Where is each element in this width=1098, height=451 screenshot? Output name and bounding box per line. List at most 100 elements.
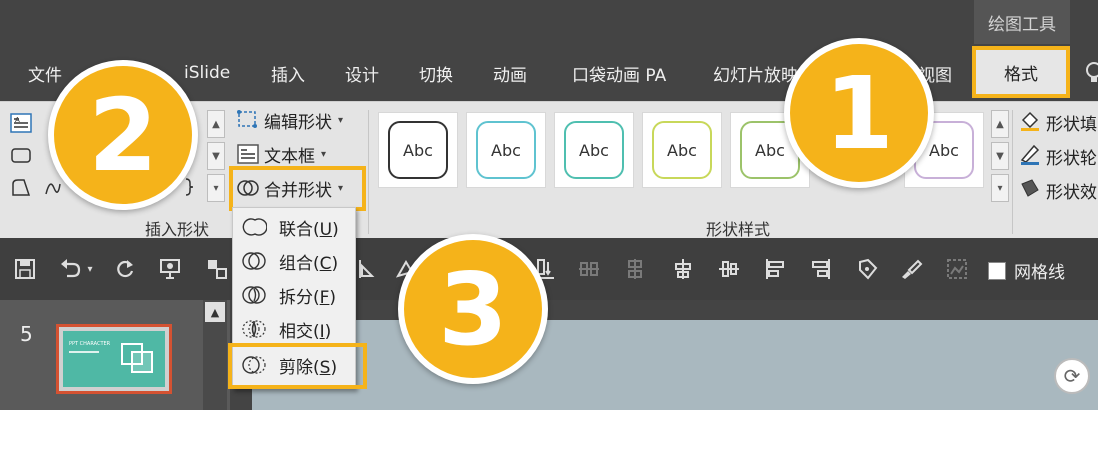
- shape-style-preview: Abc: [388, 121, 448, 179]
- picture-frame-icon[interactable]: [944, 256, 970, 282]
- tab-islide[interactable]: iSlide: [184, 56, 230, 90]
- shape-style-preview: Abc: [476, 121, 536, 179]
- align-middle-icon[interactable]: [576, 256, 602, 282]
- shape-style-preview: Abc: [564, 121, 624, 179]
- gallery-scroll-up-button[interactable]: ▲: [207, 110, 225, 138]
- fragment-icon: [239, 284, 269, 306]
- align-right-icon[interactable]: [808, 256, 834, 282]
- merge-shapes-highlight: [229, 166, 366, 211]
- menu-item-combine-label: 组合(C): [279, 253, 339, 274]
- gallery-more-button[interactable]: ▾: [207, 174, 225, 202]
- shape-style-thumb[interactable]: Abc: [642, 112, 722, 188]
- save-icon[interactable]: [12, 256, 38, 282]
- svg-text:A: A: [15, 116, 20, 124]
- step-badge-2: 2: [48, 60, 198, 210]
- chevron-down-icon: ▾: [321, 148, 327, 160]
- menu-item-fragment[interactable]: 拆分(F): [233, 278, 355, 312]
- gallery-scroll-down-button[interactable]: ▼: [207, 142, 225, 170]
- union-icon: [239, 216, 269, 238]
- align-top-icon[interactable]: [670, 256, 696, 282]
- tab-animations[interactable]: 动画: [493, 56, 527, 90]
- step-badge-3: 3: [398, 234, 548, 384]
- slide-thumbnail[interactable]: PPT CHARACTER: [56, 324, 172, 394]
- align-center-icon[interactable]: [622, 256, 648, 282]
- tab-slideshow[interactable]: 幻灯片放映: [713, 56, 798, 90]
- shape-fill-button[interactable]: 形状填: [1018, 108, 1097, 137]
- slide-thumbnail-shape: [131, 351, 153, 373]
- align-left-shape-icon[interactable]: [354, 256, 380, 282]
- menu-item-fragment-label: 拆分(F): [279, 287, 337, 308]
- freeform-shape-icon[interactable]: [10, 176, 32, 198]
- menu-item-intersect-label: 相交(I): [279, 321, 332, 342]
- undo-dropdown-icon[interactable]: ▾: [84, 256, 96, 282]
- undo-icon[interactable]: [58, 256, 84, 282]
- powerpoint-window: 绘图工具 文件 iSlide 插入 设计 切换 动画 口袋动画 PA 幻灯片放映…: [0, 0, 1098, 410]
- scroll-up-arrow-icon[interactable]: ▲: [205, 302, 225, 322]
- rectangle-shape-icon[interactable]: [10, 144, 32, 166]
- tab-format[interactable]: 格式: [972, 46, 1070, 98]
- slide-thumbnail-line: [69, 351, 99, 353]
- styles-scroll-up-button[interactable]: ▲: [991, 110, 1009, 138]
- align-vertical-center-icon[interactable]: [716, 256, 742, 282]
- subtract-highlight: [228, 343, 367, 389]
- edit-shape-icon: [236, 108, 260, 132]
- slide-canvas[interactable]: [252, 320, 1098, 410]
- gridlines-label: 网格线: [1014, 263, 1065, 283]
- shape-styles-group-label: 形状样式: [706, 220, 771, 239]
- menu-item-union[interactable]: 联合(U): [233, 210, 355, 244]
- step-badge-1: 1: [784, 38, 934, 188]
- group-divider: [368, 110, 369, 234]
- slide-thumbnail-title: PPT CHARACTER: [69, 341, 111, 347]
- insert-shapes-group-label: 插入形状: [145, 220, 210, 239]
- arrange-icon[interactable]: [204, 256, 230, 282]
- shape-fill-label: 形状填: [1046, 115, 1097, 135]
- textbox-shape-icon[interactable]: A: [10, 112, 32, 134]
- tell-me-icon[interactable]: [1084, 60, 1098, 86]
- shape-style-thumb[interactable]: Abc: [378, 112, 458, 188]
- slide-thumbnail-content: PPT CHARACTER: [63, 331, 165, 387]
- tab-file[interactable]: 文件: [28, 56, 62, 90]
- panel-scrollbar[interactable]: ▲: [203, 300, 227, 410]
- slide-number: 5: [20, 322, 33, 346]
- pen-outline-icon: [1018, 142, 1042, 171]
- shape-outline-label: 形状轮: [1046, 149, 1097, 169]
- text-box-label: 文本框: [264, 146, 315, 167]
- shape-effects-label: 形状效: [1046, 183, 1097, 203]
- edit-shape-button[interactable]: 编辑形状 ▾: [236, 106, 343, 134]
- styles-scroll-down-button[interactable]: ▼: [991, 142, 1009, 170]
- format-painter-icon[interactable]: [854, 256, 880, 282]
- gridlines-checkbox[interactable]: [988, 261, 1006, 280]
- tab-design[interactable]: 设计: [345, 56, 379, 90]
- rotate-handle-icon[interactable]: ⟳: [1054, 358, 1090, 394]
- align-left-icon[interactable]: [762, 256, 788, 282]
- shape-style-thumb[interactable]: Abc: [554, 112, 634, 188]
- quick-access-toolbar: ▾ 网格线: [0, 238, 1098, 300]
- brush-icon[interactable]: [898, 256, 924, 282]
- shape-effects-icon: [1018, 176, 1042, 205]
- shape-outline-button[interactable]: 形状轮: [1018, 142, 1097, 171]
- text-box-icon: [236, 142, 260, 166]
- presenter-icon[interactable]: [158, 256, 184, 282]
- curve-shape-icon[interactable]: [42, 176, 64, 198]
- edit-shape-label: 编辑形状: [264, 112, 332, 133]
- menu-item-intersect[interactable]: 相交(I): [233, 312, 355, 346]
- tab-pocket-animation[interactable]: 口袋动画 PA: [572, 56, 666, 90]
- redo-icon[interactable]: [112, 256, 138, 282]
- paint-bucket-icon: [1018, 108, 1042, 137]
- shape-style-preview: Abc: [652, 121, 712, 179]
- chevron-down-icon: ▾: [338, 114, 344, 126]
- menu-item-combine[interactable]: 组合(C): [233, 244, 355, 278]
- gridlines-toggle[interactable]: 网格线: [988, 258, 1065, 283]
- styles-more-button[interactable]: ▾: [991, 174, 1009, 202]
- group-divider: [1012, 110, 1013, 234]
- menu-item-union-label: 联合(U): [279, 219, 339, 240]
- screenshot-stage: 绘图工具 文件 iSlide 插入 设计 切换 动画 口袋动画 PA 幻灯片放映…: [0, 0, 1098, 451]
- intersect-icon: [239, 318, 269, 340]
- contextual-tab-title: 绘图工具: [974, 0, 1070, 44]
- tab-transitions[interactable]: 切换: [419, 56, 453, 90]
- shape-style-thumb[interactable]: Abc: [466, 112, 546, 188]
- combine-icon: [239, 250, 269, 272]
- tab-insert[interactable]: 插入: [271, 56, 305, 90]
- shape-effects-button[interactable]: 形状效: [1018, 176, 1097, 205]
- text-box-button[interactable]: 文本框 ▾: [236, 140, 326, 168]
